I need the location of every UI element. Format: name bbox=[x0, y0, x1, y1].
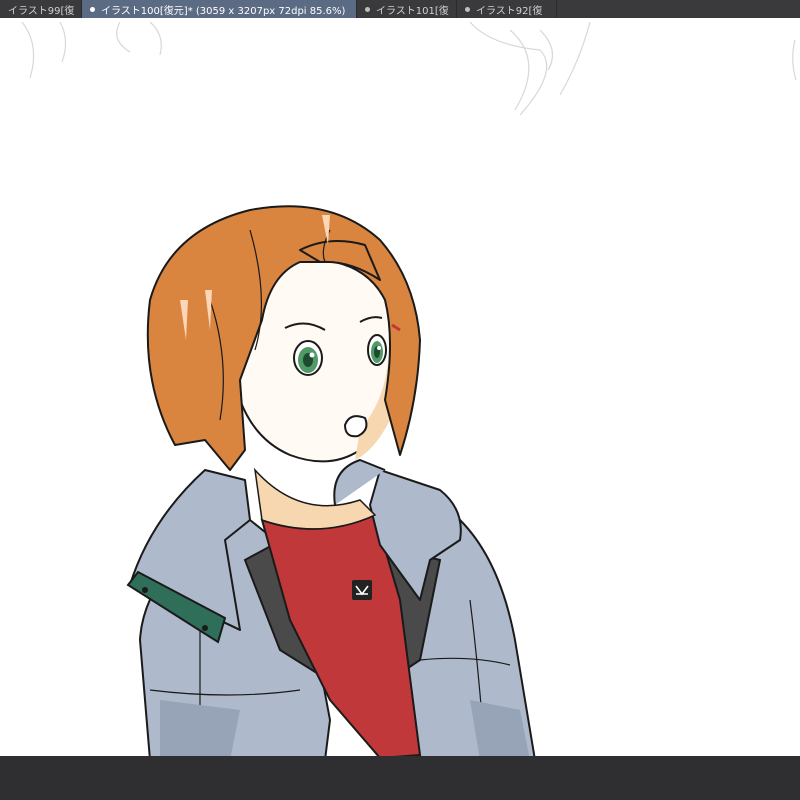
artwork-illustration bbox=[21, 21, 797, 756]
tab-label: イラスト99[復 bbox=[8, 5, 75, 17]
unsaved-dot-icon bbox=[90, 6, 95, 12]
tab-illustration-101[interactable]: イラスト101[復 bbox=[357, 0, 457, 18]
mouth bbox=[343, 415, 368, 438]
unsaved-dot-icon bbox=[365, 6, 370, 12]
tab-label: イラスト101[復 bbox=[376, 5, 449, 17]
shirt-logo bbox=[352, 580, 372, 600]
unsaved-dot-icon bbox=[465, 6, 470, 12]
tab-illustration-99[interactable]: イラスト99[復 bbox=[0, 0, 82, 18]
tab-illustration-100[interactable]: イラスト100[復元]* (3059 x 3207px 72dpi 85.6%) bbox=[82, 0, 357, 18]
document-tab-bar: イラスト99[復 イラスト100[復元]* (3059 x 3207px 72d… bbox=[0, 0, 800, 18]
tab-label: イラスト100[復元]* (3059 x 3207px 72dpi 85.6%) bbox=[101, 5, 346, 17]
tab-illustration-92[interactable]: イラスト92[復 bbox=[457, 0, 557, 18]
bottom-panel bbox=[0, 756, 800, 800]
tab-label: イラスト92[復 bbox=[476, 5, 543, 17]
drawing-canvas[interactable] bbox=[0, 18, 800, 756]
right-eye bbox=[367, 334, 387, 366]
background-sketch bbox=[21, 21, 797, 116]
paint-app-window: イラスト99[復 イラスト100[復元]* (3059 x 3207px 72d… bbox=[0, 0, 800, 800]
left-eye bbox=[293, 340, 323, 376]
